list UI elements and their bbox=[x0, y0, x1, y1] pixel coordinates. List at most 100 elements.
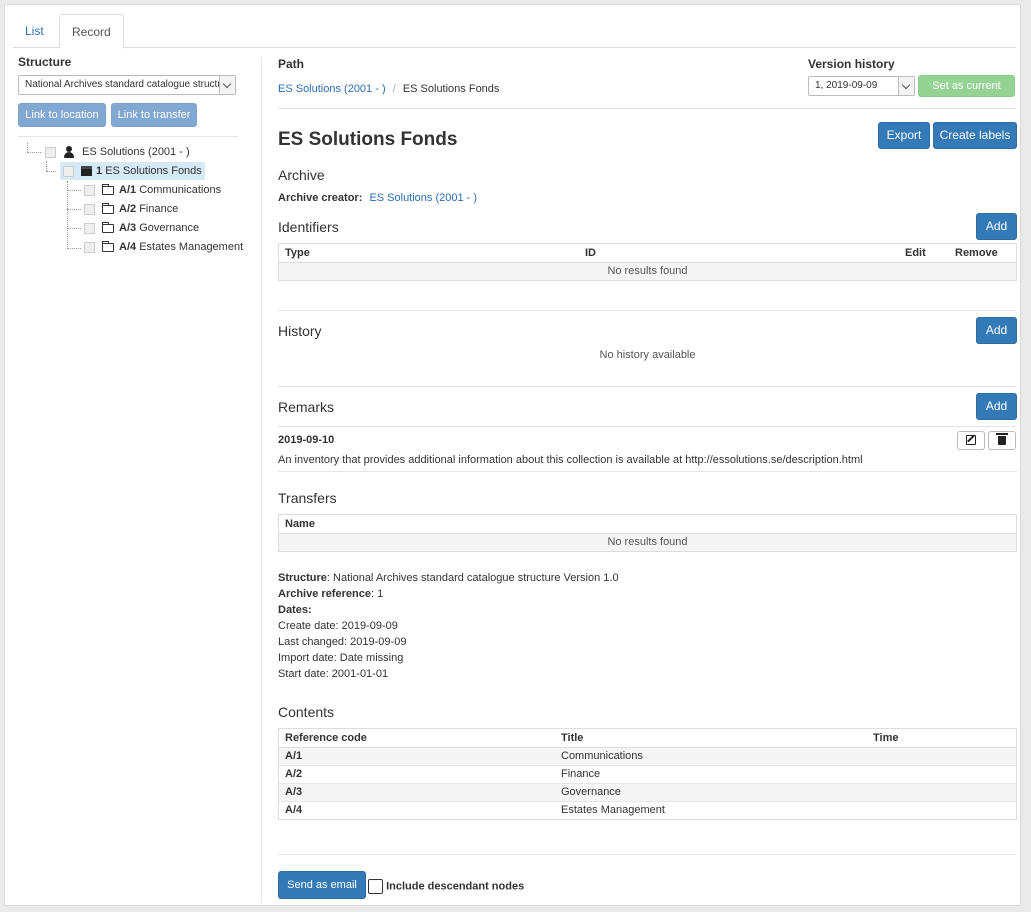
tree-node-a3[interactable]: A/3 Governance bbox=[84, 219, 199, 237]
identifiers-heading: Identifiers bbox=[278, 219, 339, 235]
edit-icon bbox=[966, 435, 976, 446]
row-title: Finance bbox=[555, 764, 867, 783]
include-descendants-option: Include descendant nodes bbox=[368, 879, 524, 894]
tree-node-fonds[interactable]: 1 ES Solutions Fonds bbox=[60, 162, 205, 180]
tree-node-label: Estates Management bbox=[139, 241, 244, 253]
transfers-table: Name No results found bbox=[278, 514, 1017, 552]
row-ref: A/4 bbox=[279, 800, 555, 819]
include-descendants-checkbox[interactable] bbox=[368, 879, 383, 894]
tree-checkbox[interactable] bbox=[84, 241, 95, 253]
dates-label: Dates: bbox=[278, 604, 312, 616]
row-time bbox=[867, 746, 1016, 765]
table-row[interactable]: A/3 Governance bbox=[279, 782, 1016, 801]
link-to-location-button[interactable]: Link to location bbox=[18, 103, 106, 127]
tree-checkbox[interactable] bbox=[84, 203, 95, 215]
set-as-current-button[interactable]: Set as current bbox=[918, 75, 1015, 97]
include-descendants-label: Include descendant nodes bbox=[386, 880, 525, 893]
chevron-down-icon bbox=[219, 76, 235, 94]
link-to-transfer-button[interactable]: Link to transfer bbox=[111, 103, 198, 127]
row-title: Estates Management bbox=[555, 800, 867, 819]
version-select-value: 1, 2019-09-09 bbox=[815, 80, 878, 91]
breadcrumb-current: ES Solutions Fonds bbox=[402, 83, 500, 95]
export-button[interactable]: Export bbox=[878, 122, 930, 149]
record-window: List Record Structure National Archives … bbox=[4, 4, 1021, 906]
left-panel: Structure National Archives standard cat… bbox=[18, 55, 243, 253]
remarks-heading: Remarks bbox=[278, 399, 335, 415]
col-edit: Edit bbox=[899, 244, 949, 263]
import-date: Import date: Date missing bbox=[278, 652, 404, 664]
row-ref: A/1 bbox=[279, 746, 555, 765]
structure-meta-value: : National Archives standard catalogue s… bbox=[326, 572, 619, 584]
panel-divider bbox=[261, 57, 262, 903]
tree-node-code: A/2 bbox=[119, 203, 137, 215]
col-reference-code[interactable]: Reference code bbox=[279, 729, 555, 748]
contents-table: Reference code Title Time A/1 Communicat… bbox=[278, 728, 1017, 820]
col-type[interactable]: Type bbox=[279, 244, 579, 263]
remark-text: An inventory that provides additional in… bbox=[278, 454, 863, 466]
tree-node-code: A/1 bbox=[119, 184, 137, 196]
tree-checkbox[interactable] bbox=[84, 222, 95, 234]
row-ref: A/3 bbox=[279, 782, 555, 801]
history-heading: History bbox=[278, 323, 322, 339]
last-changed-date: Last changed: 2019-09-09 bbox=[278, 636, 407, 648]
table-row[interactable]: A/1 Communications bbox=[279, 746, 1016, 765]
breadcrumb-link[interactable]: ES Solutions (2001 - ) bbox=[278, 83, 386, 95]
table-row[interactable]: A/2 Finance bbox=[279, 764, 1016, 783]
add-identifier-button[interactable]: Add bbox=[976, 213, 1017, 240]
tree-checkbox[interactable] bbox=[45, 146, 56, 158]
chevron-down-icon bbox=[898, 77, 914, 95]
tab-list[interactable]: List bbox=[13, 14, 56, 48]
tree-checkbox[interactable] bbox=[63, 165, 74, 177]
tree-node-label: Finance bbox=[139, 203, 179, 215]
transfers-heading: Transfers bbox=[278, 490, 337, 506]
col-id[interactable]: ID bbox=[579, 244, 899, 263]
empty-message: No results found bbox=[279, 532, 1016, 551]
person-icon bbox=[63, 146, 75, 159]
create-date: Create date: 2019-09-09 bbox=[278, 620, 398, 632]
tab-record[interactable]: Record bbox=[59, 14, 124, 49]
col-name[interactable]: Name bbox=[279, 515, 1016, 534]
identifiers-table: Type ID Edit Remove No results found bbox=[278, 243, 1017, 281]
row-time bbox=[867, 782, 1016, 801]
tree-checkbox[interactable] bbox=[84, 184, 95, 196]
tree-node-code: A/3 bbox=[119, 222, 137, 234]
delete-remark-button[interactable] bbox=[988, 431, 1016, 450]
breadcrumb: ES Solutions (2001 - ) / ES Solutions Fo… bbox=[278, 83, 499, 95]
start-date: Start date: 2001-01-01 bbox=[278, 668, 389, 680]
tree-node-a1[interactable]: A/1 Communications bbox=[84, 181, 221, 199]
table-row[interactable]: A/4 Estates Management bbox=[279, 800, 1016, 819]
archive-creator-link[interactable]: ES Solutions (2001 - ) bbox=[369, 192, 477, 204]
col-title[interactable]: Title bbox=[555, 729, 867, 748]
col-time[interactable]: Time bbox=[867, 729, 1016, 748]
page-title: ES Solutions Fonds bbox=[278, 129, 458, 150]
tree-node-code: A/4 bbox=[119, 241, 137, 253]
history-empty: No history available bbox=[599, 349, 696, 361]
structure-meta-label: Structure bbox=[278, 572, 327, 584]
tab-bar: List Record bbox=[13, 14, 1016, 49]
create-labels-button[interactable]: Create labels bbox=[933, 122, 1017, 149]
version-history-label: Version history bbox=[808, 57, 895, 71]
row-time bbox=[867, 764, 1016, 783]
path-label: Path bbox=[278, 57, 305, 71]
folder-icon bbox=[102, 221, 114, 233]
send-as-email-button[interactable]: Send as email bbox=[278, 871, 366, 899]
archive-heading: Archive bbox=[278, 167, 325, 183]
edit-remark-button[interactable] bbox=[957, 431, 985, 450]
row-time bbox=[867, 800, 1016, 819]
tree-node-label: ES Solutions Fonds bbox=[105, 165, 202, 177]
row-ref: A/2 bbox=[279, 764, 555, 783]
structure-label: Structure bbox=[18, 55, 72, 69]
empty-message: No results found bbox=[279, 261, 1016, 280]
tree-node-selected[interactable]: 1 ES Solutions Fonds bbox=[60, 162, 205, 180]
add-history-button[interactable]: Add bbox=[976, 317, 1017, 344]
tree-node-a2[interactable]: A/2 Finance bbox=[84, 200, 178, 218]
folder-icon bbox=[102, 240, 114, 252]
folder-icon bbox=[102, 183, 114, 195]
version-select[interactable]: 1, 2019-09-09 bbox=[808, 76, 915, 96]
archive-creator-label: Archive creator: bbox=[278, 192, 363, 204]
structure-select[interactable]: National Archives standard catalogue str… bbox=[18, 75, 236, 95]
tree-node-root[interactable]: ES Solutions (2001 - ) bbox=[45, 143, 190, 161]
record-metadata: Structure: National Archives standard ca… bbox=[278, 570, 619, 682]
tree-node-a4[interactable]: A/4 Estates Management bbox=[84, 238, 243, 256]
add-remark-button[interactable]: Add bbox=[976, 393, 1017, 420]
